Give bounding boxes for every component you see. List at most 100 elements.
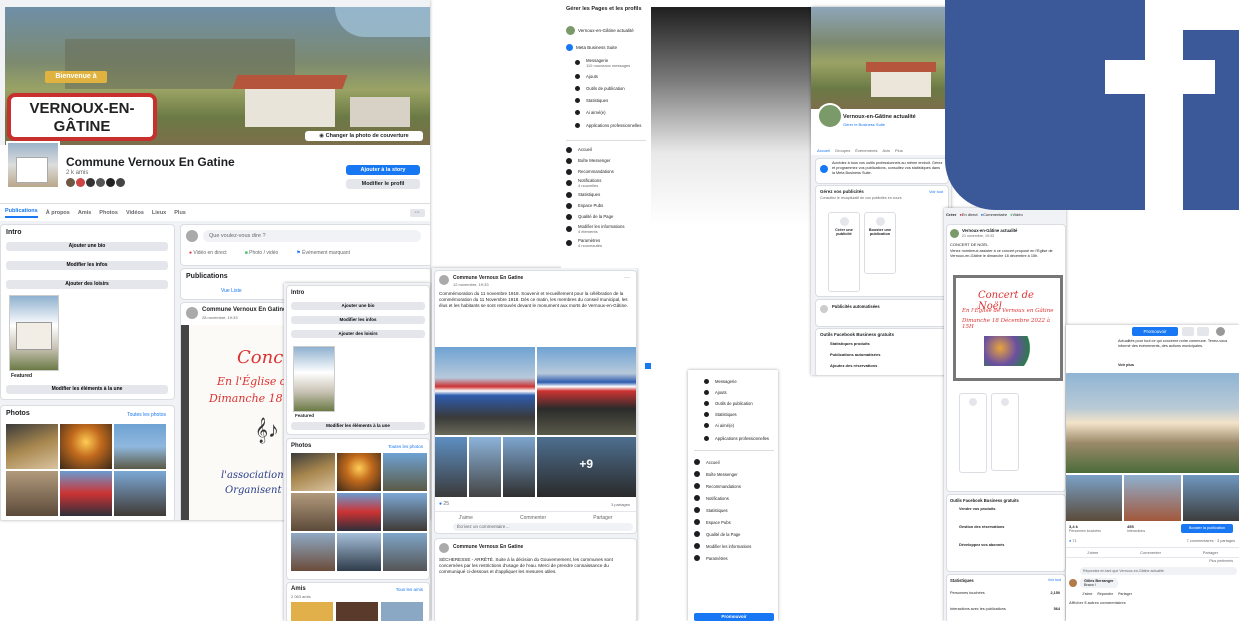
menu-item-publishing-tools[interactable]: Outils de publication xyxy=(575,82,649,94)
business-suite-row[interactable]: Meta Business Suite xyxy=(566,44,617,51)
photo-thumb[interactable] xyxy=(60,424,112,469)
promote-button[interactable]: Promouvoir xyxy=(694,613,774,621)
page5-photo-thumb[interactable] xyxy=(1124,475,1181,521)
lowmenu-item[interactable]: Espace Pubs xyxy=(694,516,776,528)
create-ad-tile[interactable]: Créer une publicité xyxy=(828,212,860,292)
lowmenu-item[interactable]: Paramètres xyxy=(694,552,776,564)
page5-more-button[interactable] xyxy=(1197,327,1209,336)
page3-tab[interactable]: Accueil xyxy=(817,148,830,153)
page3-see-all[interactable]: Voir tout xyxy=(929,190,943,194)
tab-publications[interactable]: Publications xyxy=(5,208,38,218)
post3-reactions[interactable]: ● 25 xyxy=(439,501,449,507)
photo-thumb[interactable] xyxy=(337,453,381,491)
comment-button[interactable]: Commenter xyxy=(520,515,546,521)
post3-author[interactable]: Commune Vernoux En Gatine xyxy=(453,275,523,281)
page5-search-button[interactable] xyxy=(1182,327,1194,336)
photo-thumb[interactable] xyxy=(6,471,58,516)
page3-tool-item[interactable]: Publications automatisées xyxy=(830,352,880,357)
tab-about[interactable]: À propos xyxy=(46,210,70,216)
menu-item-ads[interactable]: Espace Pubs xyxy=(566,200,650,211)
photo-thumb[interactable] xyxy=(337,533,381,571)
life-event-button[interactable]: ⚑ Évènement marquant xyxy=(296,250,350,256)
page3-tab[interactable]: Groupes xyxy=(835,148,850,153)
page4-insights-link[interactable]: Voir tout xyxy=(1048,578,1061,582)
page3-avatar[interactable] xyxy=(817,103,843,129)
tab-places[interactable]: Lieux xyxy=(152,210,166,216)
edit-info-button-2[interactable]: Modifier les infos xyxy=(291,316,425,324)
photo-thumb[interactable] xyxy=(114,424,166,469)
page3-tab[interactable]: Avis xyxy=(882,148,889,153)
profile-avatar[interactable] xyxy=(6,141,60,189)
lowmenu-item[interactable]: Modifier les informations xyxy=(694,540,776,552)
like-button[interactable]: J'aime xyxy=(459,515,473,521)
post3-photo[interactable] xyxy=(435,437,535,497)
more-options-button[interactable]: ··· xyxy=(409,208,425,217)
add-story-button[interactable]: Ajouter à la story xyxy=(346,165,420,175)
post3-shares[interactable]: 3 partages xyxy=(611,502,630,507)
lowmenu-item[interactable]: Accueil xyxy=(694,456,776,468)
page5-photo-thumb[interactable] xyxy=(1182,475,1239,521)
friend-thumb[interactable] xyxy=(291,602,333,621)
page5-see-more[interactable]: Voir plus xyxy=(1118,363,1134,367)
menu-item-stats[interactable]: Statistiques xyxy=(575,94,649,106)
photo-thumb[interactable] xyxy=(114,471,166,516)
add-bio-button[interactable]: Ajouter une bio xyxy=(6,242,168,251)
page5-promote-button[interactable]: Promouvoir xyxy=(1132,327,1178,336)
photo-video-button[interactable]: ■ Photo / vidéo xyxy=(245,250,279,256)
menu-item-recommendations[interactable]: Recommandations xyxy=(566,166,650,177)
comment-shortcut[interactable]: ●Commentaire xyxy=(981,212,1007,217)
photo-thumb[interactable] xyxy=(60,471,112,516)
all-photos-link[interactable]: Toutes les photos xyxy=(127,412,166,418)
photo-thumb[interactable] xyxy=(383,453,427,491)
lowmenu-item[interactable]: Ajouts xyxy=(704,387,776,398)
page3-tab[interactable]: Plus xyxy=(895,148,903,153)
photo-thumb[interactable] xyxy=(291,533,335,571)
menu-item-settings[interactable]: Paramètres 4 nouveautés xyxy=(566,236,650,250)
share-button[interactable]: Partager xyxy=(1203,550,1218,555)
post3-date[interactable]: 12 novembre, 19:33 xyxy=(453,282,489,287)
featured-photo[interactable] xyxy=(9,295,59,371)
lowmenu-item[interactable]: Statistiques xyxy=(694,504,776,516)
menu-item-messenger[interactable]: Boîte Messenger xyxy=(566,155,650,166)
menu-item-statistics[interactable]: Statistiques xyxy=(566,189,650,200)
add-hobbies-button[interactable]: Ajouter des loisirs xyxy=(6,280,168,289)
live-button[interactable]: ●En direct xyxy=(959,212,977,217)
video-shortcut[interactable]: ●Vidéo xyxy=(1010,212,1023,217)
manage-profile-row[interactable]: Vernoux-en-Gâtine actualité xyxy=(566,26,634,35)
lowmenu-item[interactable]: Notifications xyxy=(694,492,776,504)
lowmenu-item[interactable]: Recommandations xyxy=(694,480,776,492)
menu-item-additions[interactable]: Ajouts xyxy=(575,70,649,82)
photo-thumb[interactable] xyxy=(383,533,427,571)
edit-profile-button[interactable]: Modifier le profil xyxy=(346,179,420,189)
photo-thumb[interactable] xyxy=(291,493,335,531)
menu-item-notifications[interactable]: Notifications 4 nouvelles xyxy=(566,177,650,189)
comment-share-button[interactable]: Partager xyxy=(1118,592,1132,596)
lowmenu-item[interactable]: Applications professionnelles xyxy=(704,431,776,445)
live-video-button[interactable]: ● Vidéo en direct xyxy=(189,250,227,256)
photo-thumb[interactable] xyxy=(6,424,58,469)
featured-photo-2[interactable] xyxy=(293,346,335,412)
menu-item-page-quality[interactable]: Qualité de la Page xyxy=(566,211,650,222)
page3-subtitle[interactable]: Gérer le Business Suite xyxy=(843,122,885,127)
like-button[interactable]: J'aime xyxy=(1087,550,1098,555)
page4-create-tile[interactable] xyxy=(959,393,987,473)
tab-videos[interactable]: Vidéos xyxy=(126,210,144,216)
menu-item-messaging[interactable]: Messagerie 110 nouveaux messages xyxy=(575,55,649,70)
comment-reply-button[interactable]: Répondre xyxy=(1097,592,1113,596)
post-author[interactable]: Commune Vernoux En Gatine xyxy=(202,307,286,313)
lowmenu-item[interactable]: Messagerie xyxy=(704,376,776,387)
post3-photo[interactable] xyxy=(435,347,535,435)
tab-photos[interactable]: Photos xyxy=(99,210,118,216)
post3-photo-more[interactable]: +9 xyxy=(536,437,636,497)
add-bio-button-2[interactable]: Ajouter une bio xyxy=(291,302,425,310)
add-hobbies-button-2[interactable]: Ajouter des loisirs xyxy=(291,330,425,338)
page5-boost-button[interactable]: Booster la publication xyxy=(1181,524,1233,533)
edit-featured-button-2[interactable]: Modifier les éléments à la une xyxy=(291,422,425,430)
page3-tool-item[interactable]: Statistiques produits xyxy=(830,341,870,346)
comment-button[interactable]: Commenter xyxy=(1140,550,1161,555)
share-button[interactable]: Partager xyxy=(593,515,612,521)
photo-thumb[interactable] xyxy=(337,493,381,531)
post3-menu-button[interactable]: ··· xyxy=(624,275,630,281)
page4-boost-tile[interactable] xyxy=(991,393,1019,471)
page5-comments-shares[interactable]: 7 commentaires · 3 partages xyxy=(1187,539,1235,543)
